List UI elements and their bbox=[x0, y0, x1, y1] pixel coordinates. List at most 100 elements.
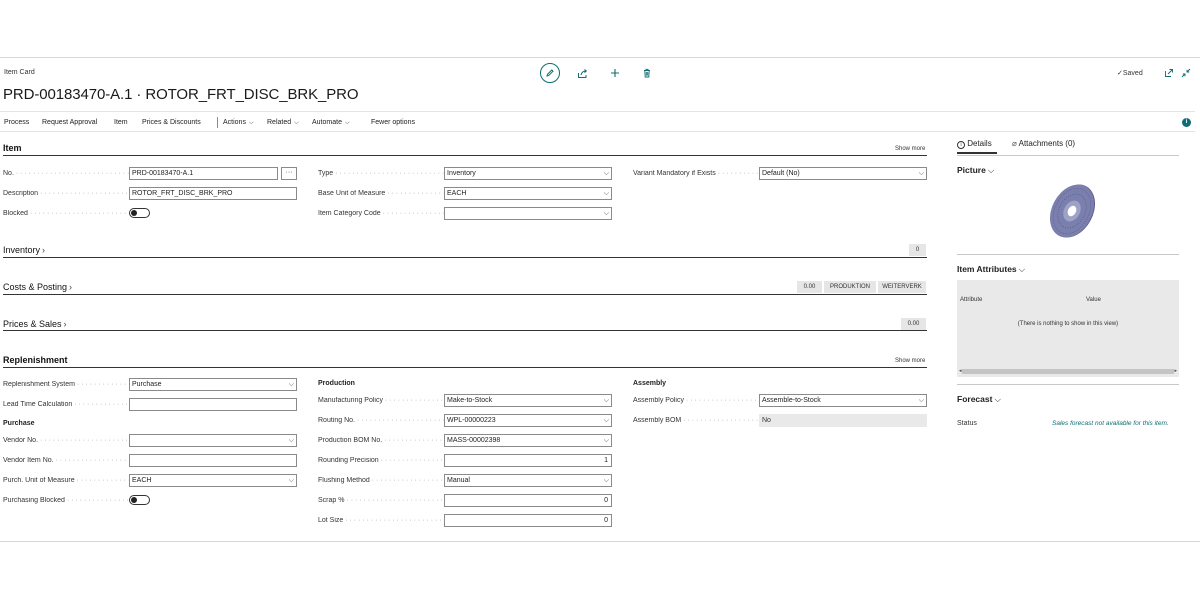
menubar-top-divider bbox=[0, 111, 1195, 112]
production-heading: Production bbox=[318, 380, 355, 387]
blocked-toggle[interactable] bbox=[129, 208, 150, 218]
chevron-down-icon: ⌵ bbox=[288, 477, 294, 484]
section-divider bbox=[3, 155, 927, 156]
vendor-no-label: Vendor No. bbox=[3, 437, 129, 444]
blocked-label: Blocked bbox=[3, 210, 129, 217]
purch-uom-select[interactable]: EACH ⌵ bbox=[129, 474, 297, 487]
scrap-field[interactable]: 0 bbox=[444, 494, 612, 507]
section-divider bbox=[3, 367, 927, 368]
flushing-method-select[interactable]: Manual ⌵ bbox=[444, 474, 612, 487]
item-attributes-title[interactable]: Item Attributes ⌵ bbox=[957, 264, 1025, 275]
routing-no-label: Routing No. bbox=[318, 417, 444, 424]
menu-fewer-options[interactable]: Fewer options bbox=[371, 119, 415, 126]
menu-actions[interactable]: Actions ⌵ bbox=[223, 119, 254, 127]
share-icon[interactable] bbox=[572, 63, 592, 83]
vendor-item-no-label: Vendor Item No. bbox=[3, 457, 129, 464]
horizontal-scrollbar[interactable] bbox=[962, 369, 1174, 374]
costs-badge-inventory-posting: WEITERVERK bbox=[878, 281, 926, 293]
lead-time-field[interactable] bbox=[129, 398, 297, 411]
tab-details[interactable]: i Details bbox=[957, 139, 992, 149]
rounding-precision-field[interactable]: 1 bbox=[444, 454, 612, 467]
forecast-status-label: Status bbox=[957, 420, 977, 427]
inventory-badge: 0 bbox=[909, 244, 926, 256]
no-field[interactable]: PRD-00183470-A.1 bbox=[129, 167, 278, 180]
picture-title[interactable]: Picture ⌵ bbox=[957, 165, 994, 176]
variant-mandatory-select[interactable]: Default (No) ⌵ bbox=[759, 167, 927, 180]
section-divider bbox=[3, 330, 927, 331]
base-uom-select[interactable]: EACH ⌵ bbox=[444, 187, 612, 200]
tab-attachments[interactable]: ⌀ Attachments (0) bbox=[1012, 139, 1075, 148]
item-category-select[interactable]: ⌵ bbox=[444, 207, 612, 220]
routing-no-select[interactable]: WPL-00000223 ⌵ bbox=[444, 414, 612, 427]
costs-badge-gen-posting: PRODUKTION bbox=[824, 281, 876, 293]
show-more-link[interactable]: Show more bbox=[895, 146, 925, 152]
page-top-divider bbox=[0, 57, 1200, 58]
chevron-down-icon: ⌵ bbox=[603, 417, 609, 424]
replenishment-system-label: Replenishment System bbox=[3, 381, 129, 388]
assembly-bom-field[interactable]: No bbox=[759, 414, 927, 427]
edit-icon[interactable] bbox=[540, 63, 560, 83]
chevron-down-icon: ⌵ bbox=[603, 170, 609, 177]
chevron-down-icon: ⌵ bbox=[288, 437, 294, 444]
chevron-down-icon: ⌵ bbox=[344, 120, 350, 126]
chevron-down-icon: ⌵ bbox=[918, 170, 924, 177]
variant-mandatory-label: Variant Mandatory if Exists bbox=[633, 170, 759, 177]
assembly-policy-label: Assembly Policy bbox=[633, 397, 759, 404]
vendor-item-no-field[interactable] bbox=[129, 454, 297, 467]
factbox-divider bbox=[957, 254, 1179, 255]
assist-edit-button[interactable]: ··· bbox=[281, 167, 297, 180]
add-icon[interactable] bbox=[605, 63, 625, 83]
menu-related[interactable]: Related ⌵ bbox=[267, 119, 299, 127]
menu-prices-discounts[interactable]: Prices & Discounts bbox=[142, 119, 201, 126]
lot-size-field[interactable]: 0 bbox=[444, 514, 612, 527]
assembly-policy-select[interactable]: Assemble-to-Stock ⌵ bbox=[759, 394, 927, 407]
forecast-title[interactable]: Forecast ⌵ bbox=[957, 394, 1001, 405]
type-select[interactable]: Inventory ⌵ bbox=[444, 167, 612, 180]
column-header-value[interactable]: Value bbox=[1086, 297, 1101, 303]
purchasing-blocked-toggle[interactable] bbox=[129, 495, 150, 505]
item-attributes-grid: Attribute Value (There is nothing to sho… bbox=[957, 280, 1179, 377]
chevron-down-icon: ⌵ bbox=[1018, 264, 1026, 274]
menu-request-approval[interactable]: Request Approval bbox=[42, 119, 97, 126]
base-uom-label: Base Unit of Measure bbox=[318, 190, 444, 197]
empty-state-text: (There is nothing to show in this view) bbox=[1017, 321, 1119, 327]
mfg-policy-select[interactable]: Make-to-Stock ⌵ bbox=[444, 394, 612, 407]
section-prices-title[interactable]: Prices & Sales › bbox=[3, 319, 67, 329]
chevron-down-icon: ⌵ bbox=[918, 397, 924, 404]
page-title: PRD-00183470-A.1 · ROTOR_FRT_DISC_BRK_PR… bbox=[3, 86, 359, 103]
chevron-down-icon: ⌵ bbox=[987, 165, 995, 175]
section-costs-title[interactable]: Costs & Posting › bbox=[3, 282, 72, 292]
saved-status: ✓Saved bbox=[1117, 70, 1143, 77]
show-more-link[interactable]: Show more bbox=[895, 358, 925, 364]
open-new-window-icon[interactable] bbox=[1163, 67, 1175, 79]
no-label: No. bbox=[3, 170, 129, 177]
assembly-heading: Assembly bbox=[633, 380, 667, 387]
section-inventory-title[interactable]: Inventory › bbox=[3, 245, 45, 255]
description-field[interactable]: ROTOR_FRT_DISC_BRK_PRO bbox=[129, 187, 297, 200]
chevron-right-icon: › bbox=[63, 319, 67, 329]
menu-item[interactable]: Item bbox=[114, 119, 128, 126]
flushing-method-label: Flushing Method bbox=[318, 477, 444, 484]
chevron-down-icon: ⌵ bbox=[603, 477, 609, 484]
column-header-attribute[interactable]: Attribute bbox=[960, 297, 982, 303]
assembly-bom-label: Assembly BOM bbox=[633, 417, 759, 424]
scroll-right-icon[interactable]: ▸ bbox=[1174, 368, 1177, 374]
item-picture[interactable] bbox=[1044, 180, 1100, 242]
info-icon[interactable]: i bbox=[1182, 118, 1191, 127]
description-label: Description bbox=[3, 190, 129, 197]
vendor-no-select[interactable]: ⌵ bbox=[129, 434, 297, 447]
menu-process[interactable]: Process bbox=[4, 119, 29, 126]
collapse-icon[interactable] bbox=[1180, 67, 1192, 79]
menu-separator bbox=[217, 117, 218, 128]
production-bom-select[interactable]: MASS-00002398 ⌵ bbox=[444, 434, 612, 447]
menu-automate[interactable]: Automate ⌵ bbox=[312, 119, 350, 127]
production-bom-label: Production BOM No. bbox=[318, 437, 444, 444]
replenishment-system-select[interactable]: Purchase ⌵ bbox=[129, 378, 297, 391]
menubar-bottom-divider bbox=[0, 131, 1195, 132]
chevron-down-icon: ⌵ bbox=[603, 437, 609, 444]
delete-icon[interactable] bbox=[637, 63, 657, 83]
section-replenishment-title[interactable]: Replenishment bbox=[3, 355, 68, 365]
purch-uom-label: Purch. Unit of Measure bbox=[3, 477, 129, 484]
forecast-status-value[interactable]: Sales forecast not available for this it… bbox=[1052, 420, 1169, 427]
section-item-title[interactable]: Item bbox=[3, 143, 22, 153]
